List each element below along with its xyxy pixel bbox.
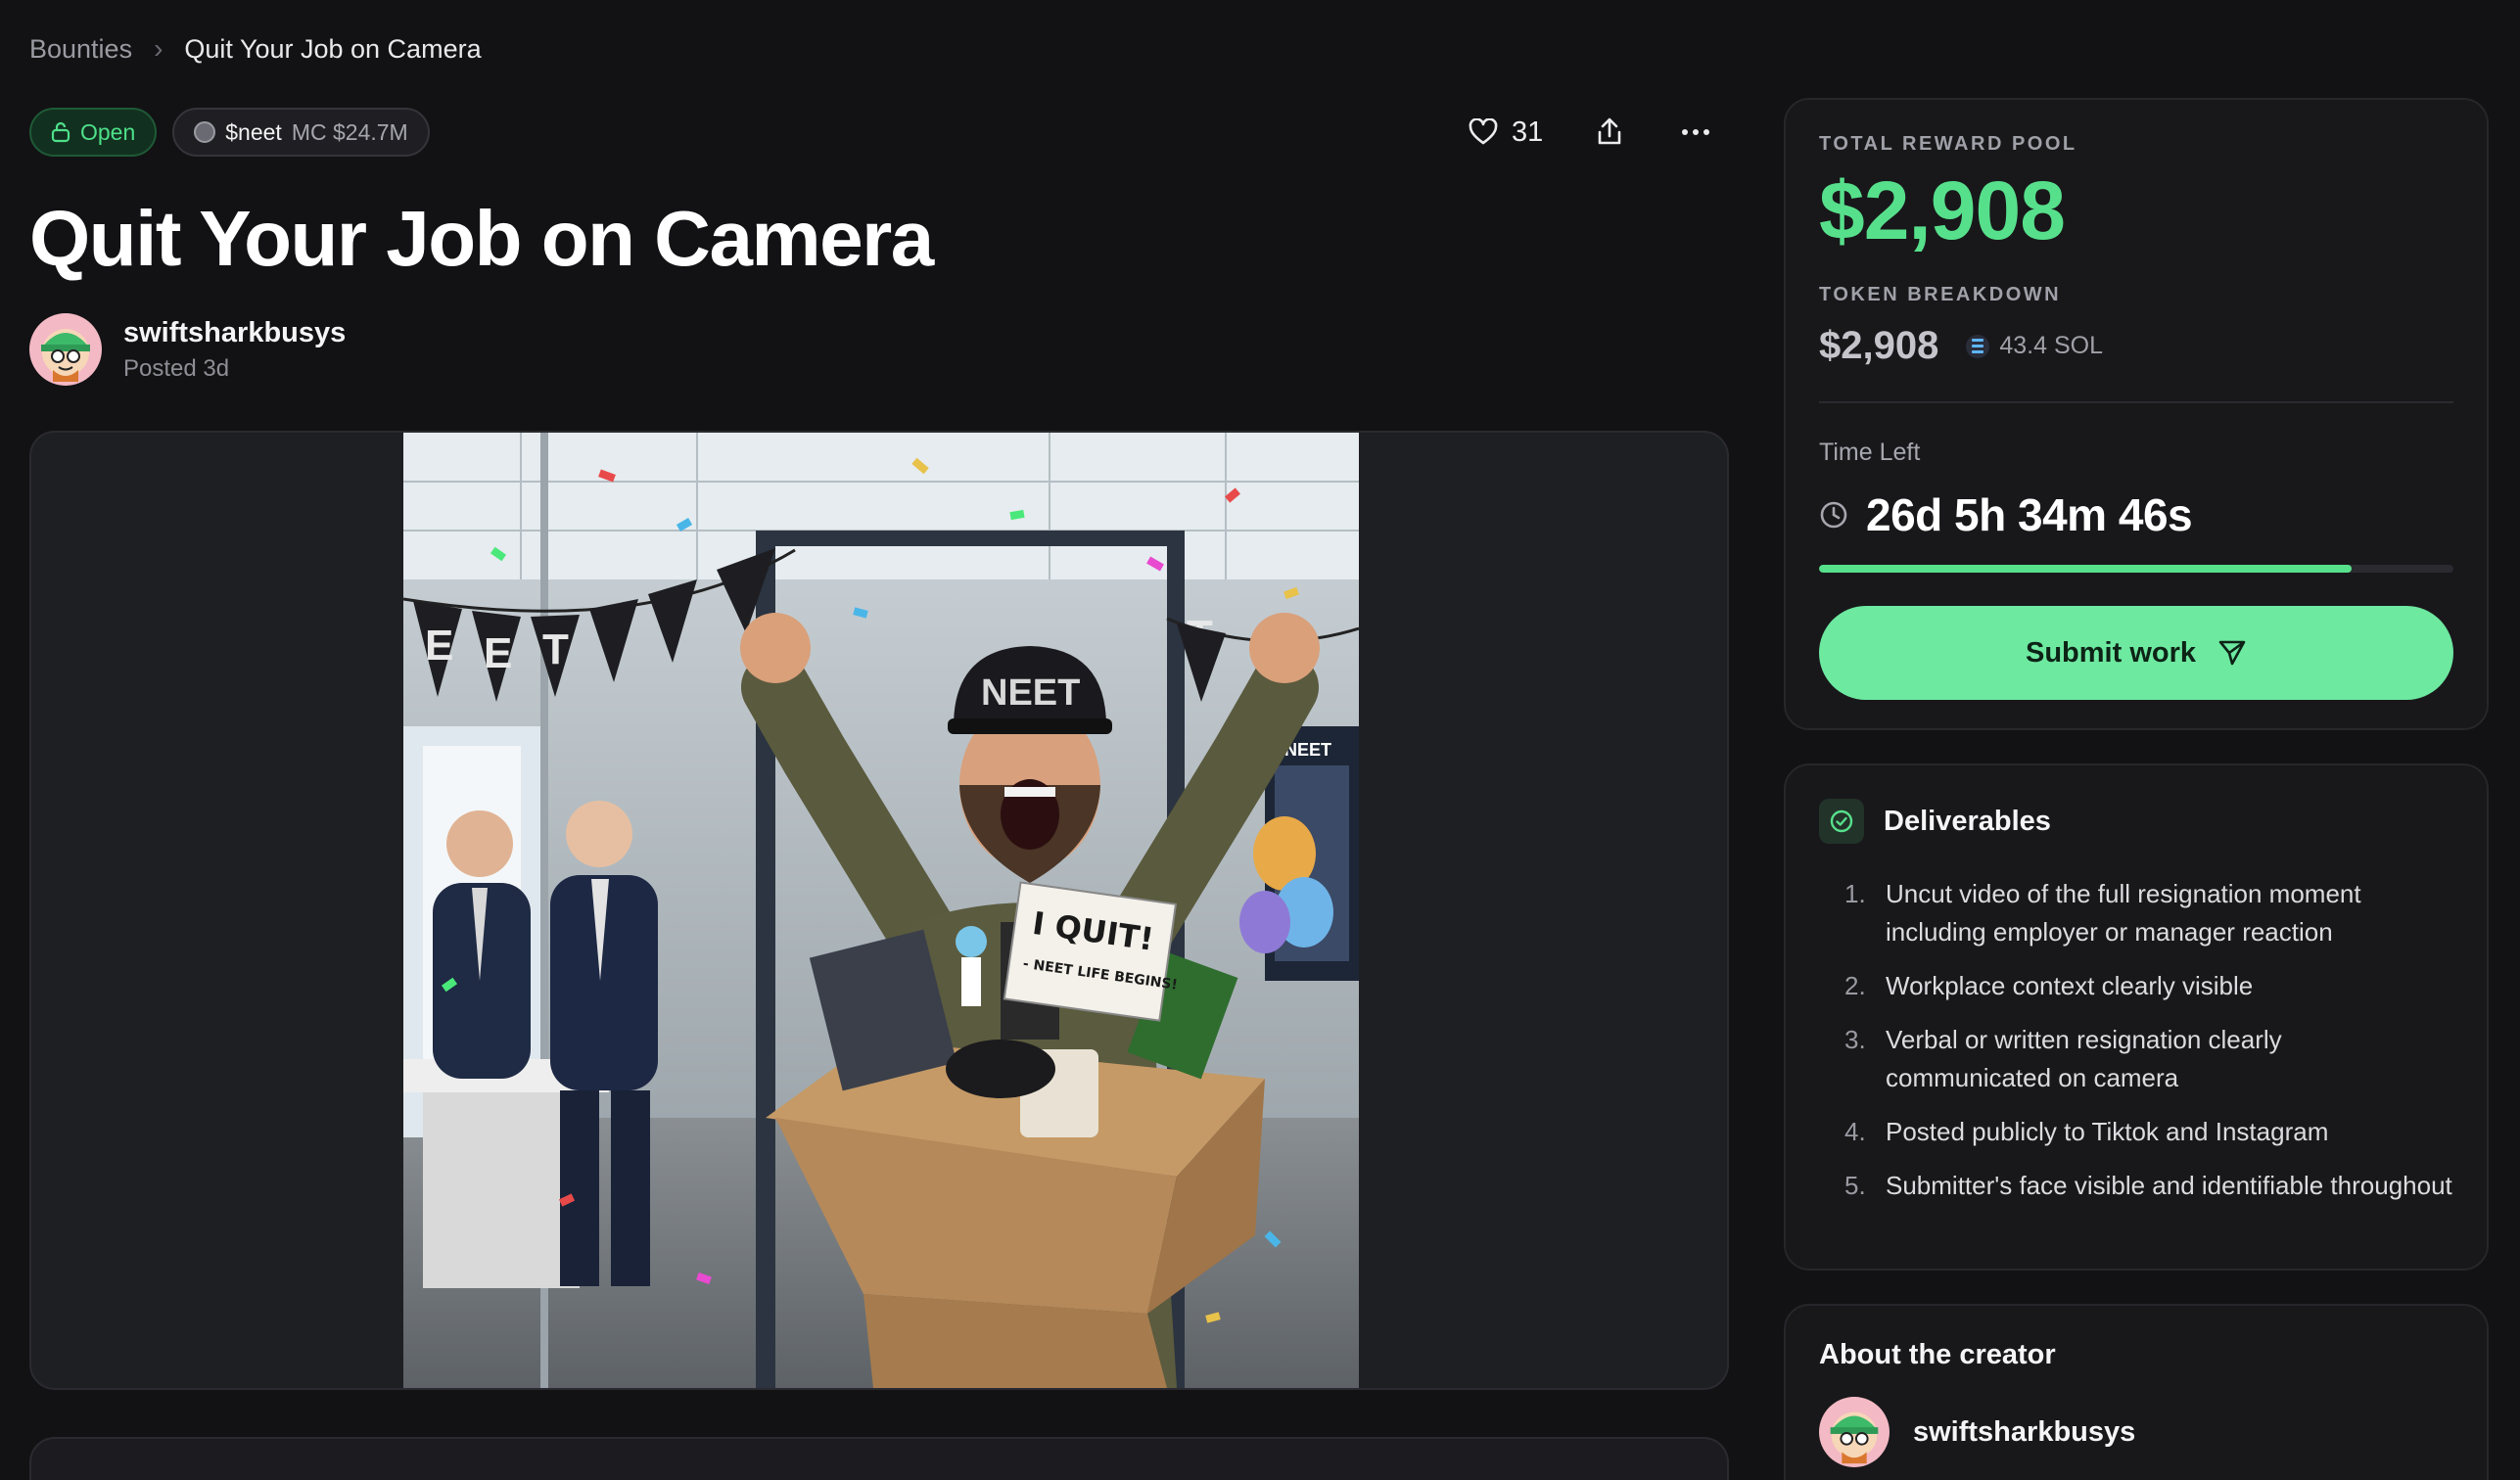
deliverable-number: 1. [1844, 879, 1866, 908]
creator-panel: About the creator swiftsharkbusys [1784, 1304, 2489, 1480]
deliverable-text: Workplace context clearly visible [1886, 971, 2254, 1000]
deliverable-text: Submitter's face visible and identifiabl… [1886, 1171, 2452, 1200]
deliverable-item: 2. Workplace context clearly visible [1844, 967, 2453, 1005]
deliverable-item: 4. Posted publicly to Tiktok and Instagr… [1844, 1113, 2453, 1151]
token-breakdown-sol: 43.4 SOL [1966, 332, 2103, 360]
deliverables-list: 1. Uncut video of the full resignation m… [1819, 875, 2453, 1205]
bounty-author[interactable]: swiftsharkbusys Posted 3d [29, 313, 346, 386]
breadcrumb-bounties-link[interactable]: Bounties [29, 34, 132, 65]
more-horizontal-icon [1682, 129, 1710, 135]
reward-pool-label: TOTAL REWARD POOL [1819, 133, 2077, 155]
deliverable-number: 2. [1844, 971, 1866, 1000]
heart-icon [1469, 118, 1498, 145]
cap-text: NEET [981, 672, 1080, 714]
posted-time: Posted 3d [123, 354, 230, 382]
deliverable-number: 5. [1844, 1171, 1866, 1200]
chevron-right-icon: › [154, 33, 163, 64]
token-symbol: $neet [225, 118, 282, 145]
creator-avatar-illustration [41, 329, 90, 382]
avatar [1819, 1397, 1890, 1467]
avatar [29, 313, 102, 386]
submit-work-label: Submit work [2025, 636, 2196, 669]
more-options-button[interactable] [1676, 113, 1715, 152]
banner-letter-1: E [425, 622, 453, 670]
sol-amount: 43.4 SOL [1999, 332, 2103, 359]
bounty-image[interactable]: NEET E E T T N [403, 433, 1359, 1388]
deliverables-header: Deliverables [1819, 799, 2453, 844]
share-icon [1598, 117, 1621, 145]
time-progress-bar [1819, 565, 2453, 573]
breadcrumb-current: Quit Your Job on Camera [184, 33, 482, 64]
like-count: 31 [1512, 116, 1544, 148]
send-icon [2218, 640, 2246, 666]
banner-letter-2: E [484, 629, 512, 677]
token-breakdown-label: TOKEN BREAKDOWN [1819, 284, 2062, 305]
deliverable-text: Verbal or written resignation clearly co… [1886, 1025, 2282, 1092]
time-progress-fill [1819, 565, 2353, 573]
deliverable-number: 3. [1844, 1025, 1866, 1054]
author-info: swiftsharkbusys Posted 3d [123, 317, 346, 383]
banner-letter-3: T [542, 625, 569, 673]
deliverable-item: 1. Uncut video of the full resignation m… [1844, 875, 2453, 951]
time-left-label: Time Left [1819, 439, 1921, 466]
countdown: 26d 5h 34m 46s [1819, 488, 2453, 541]
token-breakdown-usd: $2,908 [1819, 324, 1939, 367]
bounty-illustration: NEET E E T T N [403, 433, 1359, 1388]
deliverable-number: 4. [1844, 1117, 1866, 1146]
status-badge: Open [29, 108, 158, 157]
token-market-cap: MC $24.7M [291, 118, 408, 145]
deliverable-item: 3. Verbal or written resignation clearly… [1844, 1021, 2453, 1097]
countdown-value: 26d 5h 34m 46s [1866, 489, 2193, 540]
breadcrumb: Bounties › Quit Your Job on Camera [29, 33, 482, 65]
author-name[interactable]: swiftsharkbusys [123, 317, 346, 349]
deliverable-text: Posted publicly to Tiktok and Instagram [1886, 1117, 2329, 1146]
like-button[interactable]: 31 [1469, 116, 1543, 149]
check-circle-icon [1819, 799, 1864, 844]
reward-pool-amount: $2,908 [1819, 164, 2066, 256]
media-card: NEET E E T T N [29, 431, 1729, 1390]
status-badge-label: Open [80, 118, 136, 145]
token-badge[interactable]: $neet MC $24.7M [172, 108, 430, 157]
token-breakdown: $2,908 43.4 SOL [1819, 324, 2453, 368]
lock-open-icon [51, 121, 70, 143]
creator-title: About the creator [1819, 1339, 2056, 1370]
deliverable-text: Uncut video of the full resignation mome… [1886, 879, 2361, 947]
creator-profile-link[interactable]: swiftsharkbusys [1819, 1397, 2453, 1467]
deliverables-title: Deliverables [1884, 805, 2051, 837]
submit-work-button[interactable]: Submit work [1819, 606, 2453, 700]
creator-name: swiftsharkbusys [1913, 1415, 2136, 1448]
share-button[interactable] [1590, 113, 1629, 152]
bounty-actions: 31 [1469, 108, 1715, 157]
reward-panel: TOTAL REWARD POOL $2,908 TOKEN BREAKDOWN… [1784, 98, 2489, 730]
solana-icon [1966, 334, 1990, 358]
deliverable-item: 5. Submitter's face visible and identifi… [1844, 1167, 2453, 1205]
page-title: Quit Your Job on Camera [29, 195, 934, 282]
description-card [29, 1437, 1729, 1480]
clock-icon [1820, 501, 1847, 529]
deliverables-panel: Deliverables 1. Uncut video of the full … [1784, 763, 2489, 1271]
bounty-badges: Open $neet MC $24.7M [29, 108, 430, 157]
divider [1819, 401, 2453, 403]
creator-avatar-illustration [1830, 1411, 1879, 1464]
token-coin-icon [194, 121, 216, 143]
